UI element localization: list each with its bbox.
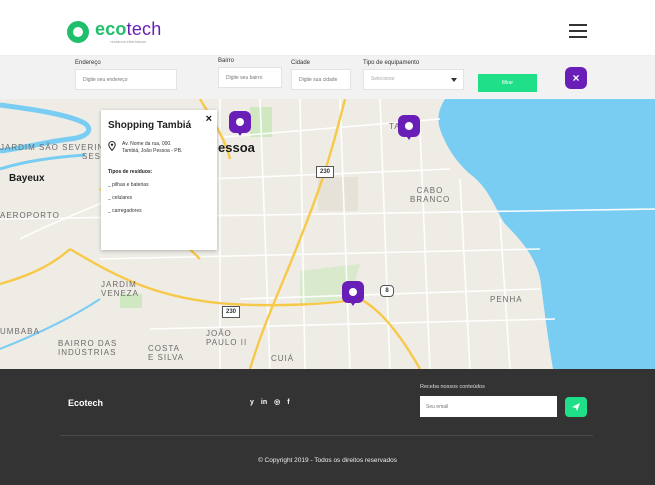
map-label-cuia: CUIÁ: [271, 354, 295, 363]
newsletter-label: Receba nossos conteúdos: [420, 384, 485, 390]
map[interactable]: JARDIM SÃO SEVERINO SES Bayeux AEROPORTO…: [0, 99, 655, 369]
filter-cidade: Cidade: [291, 60, 351, 90]
tipo-select[interactable]: Selecionar: [363, 69, 464, 90]
map-label-aeroporto: AEROPORTO: [0, 211, 60, 220]
copyright: © Copyright 2019 - Todos os direitos res…: [257, 457, 398, 464]
endereco-label: Endereço: [75, 60, 101, 66]
popup-type-item: _ pilhas e baterias: [108, 182, 149, 188]
tipo-selected-value: Selecionar: [371, 76, 395, 82]
map-label-costa-e-silva: COSTA E SILVA: [148, 344, 185, 362]
map-label-jardim-veneza: JARDIM VENEZA: [101, 280, 140, 298]
popup-types-heading: Tipos de resíduos:: [108, 169, 153, 175]
footer-divider: [60, 435, 593, 436]
logo[interactable]: ecotech resíduos eletrônicos: [67, 20, 161, 44]
footer: Ecotech y in ◎ f Receba nossos conteúdos…: [0, 369, 655, 485]
cidade-input[interactable]: [291, 69, 351, 90]
logo-icon: [67, 21, 89, 43]
instagram-icon[interactable]: ◎: [274, 398, 280, 407]
hamburger-menu-icon[interactable]: [569, 24, 587, 40]
endereco-input[interactable]: [75, 69, 177, 90]
bairro-input[interactable]: [218, 67, 282, 88]
popup-type-item: _ carregadores: [108, 208, 142, 214]
logo-tagline: resíduos eletrônicos: [110, 39, 147, 44]
location-popup: Shopping Tambiá × Av. Nome da rua, 000. …: [101, 110, 217, 250]
popup-title: Shopping Tambiá: [108, 120, 192, 131]
social-links: y in ◎ f: [250, 398, 290, 407]
popup-address: Av. Nome da rua, 000. Tambiá, João Pesso…: [108, 141, 210, 155]
map-label-jardim-sao-severino: JARDIM SÃO SEVERINO: [0, 143, 112, 152]
cidade-label: Cidade: [291, 60, 311, 66]
filter-bar: Endereço Bairro Cidade Tipo de equipamen…: [0, 56, 655, 99]
map-pin-icon[interactable]: [229, 111, 251, 137]
footer-brand: Ecotech: [68, 398, 104, 408]
newsletter-email-input[interactable]: [420, 396, 557, 417]
map-pin-icon[interactable]: [398, 115, 420, 141]
popup-type-item: _ celulares: [108, 195, 133, 201]
road-shield-8: 8: [380, 285, 394, 297]
map-label-umbaba: UMBABA: [0, 327, 40, 336]
filter-bairro: Bairro: [218, 58, 282, 88]
logo-name-eco: eco: [95, 19, 127, 39]
map-label-cabo-branco: CABO BRANCO: [410, 186, 451, 204]
filter-button[interactable]: filtrar: [478, 74, 537, 92]
chevron-down-icon: [451, 78, 457, 82]
map-label-penha: PENHA: [490, 295, 523, 304]
map-label-joao-paulo-ii: JOÃO PAULO II: [206, 329, 248, 347]
map-pin-icon[interactable]: [342, 281, 364, 307]
header: ecotech resíduos eletrônicos: [0, 0, 655, 56]
tipo-label: Tipo de equipamento: [363, 60, 420, 66]
facebook-icon[interactable]: f: [287, 398, 289, 407]
send-arrow-icon: [572, 403, 580, 411]
road-shield-230: 230: [222, 306, 240, 318]
map-label-bayeux: Bayeux: [9, 173, 45, 184]
location-pin-icon: [108, 141, 116, 151]
filter-endereco: Endereço: [75, 60, 177, 90]
map-label-ses: SES: [82, 152, 102, 161]
send-button[interactable]: [565, 397, 587, 417]
popup-address-line1: Av. Nome da rua, 000.: [122, 141, 172, 147]
map-canvas: [0, 99, 655, 369]
close-icon[interactable]: ×: [206, 113, 212, 125]
popup-address-line2: Tambiá, João Pessoa - PB.: [122, 148, 183, 154]
map-label-pessoa: essoa: [218, 140, 255, 155]
logo-wordmark: ecotech resíduos eletrônicos: [95, 20, 161, 44]
linkedin-icon[interactable]: in: [261, 398, 267, 407]
twitter-icon[interactable]: y: [250, 398, 254, 407]
bairro-label: Bairro: [218, 58, 235, 64]
logo-name-tech: tech: [126, 19, 162, 39]
map-label-bairro-das-industrias: BAIRRO DAS INDÚSTRIAS: [58, 339, 118, 357]
filter-tipo: Tipo de equipamento Selecionar: [363, 60, 464, 90]
close-icon[interactable]: ×: [565, 67, 587, 89]
road-shield-230: 230: [316, 166, 334, 178]
